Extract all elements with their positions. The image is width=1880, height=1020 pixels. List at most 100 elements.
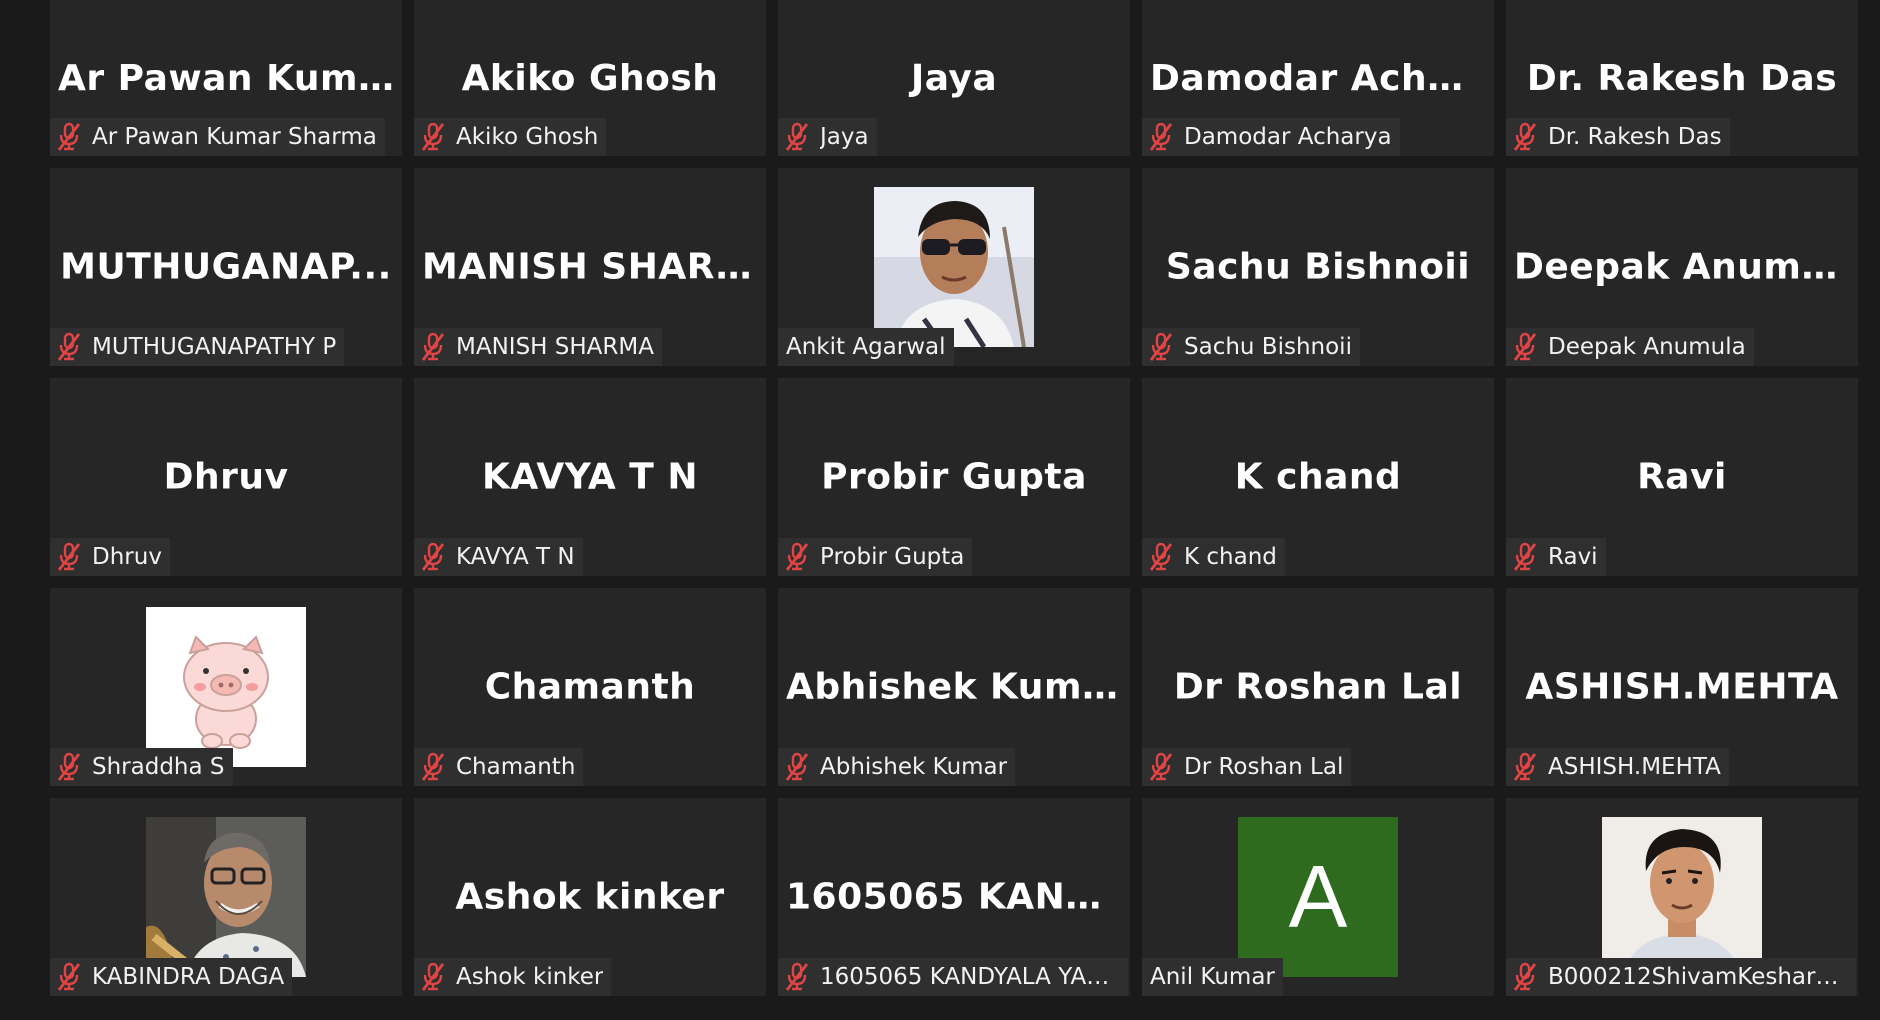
participant-display-name: ASHISH.MEHTA: [1525, 666, 1839, 708]
muted-mic-icon: [421, 752, 445, 781]
participant-tile[interactable]: 1605065 KANDY... 1605065 KANDYALA YASW..…: [778, 798, 1130, 996]
participant-tile[interactable]: Jaya Jaya: [778, 0, 1130, 156]
name-tag: Ravi: [1506, 538, 1606, 576]
participant-tile[interactable]: Dr Roshan Lal Dr Roshan Lal: [1142, 588, 1494, 786]
participant-display-name: Deepak Anumula: [1514, 246, 1850, 288]
name-tag: B000212ShivamKesharwani: [1506, 958, 1856, 996]
participant-tile[interactable]: Dhruv Dhruv: [50, 378, 402, 576]
participant-tile[interactable]: Probir Gupta Probir Gupta: [778, 378, 1130, 576]
participant-tile[interactable]: KABINDRA DAGA: [50, 798, 402, 996]
name-tag: K chand: [1142, 538, 1285, 576]
muted-mic-icon: [1513, 962, 1537, 991]
participant-tile[interactable]: Sachu Bishnoii Sachu Bishnoii: [1142, 168, 1494, 366]
name-tag: 1605065 KANDYALA YASW...: [778, 958, 1128, 996]
name-tag: KABINDRA DAGA: [50, 958, 293, 996]
participant-tile[interactable]: B000212ShivamKesharwani: [1506, 798, 1858, 996]
participant-label: Ar Pawan Kumar Sharma: [92, 124, 377, 150]
participant-label: 1605065 KANDYALA YASW...: [820, 964, 1120, 990]
participant-label: Damodar Acharya: [1184, 124, 1392, 150]
participant-label: Jaya: [820, 124, 869, 150]
participant-display-name: Ravi: [1637, 456, 1727, 498]
avatar: [874, 187, 1034, 349]
participant-tile[interactable]: Damodar Acharya Damodar Acharya: [1142, 0, 1494, 156]
muted-mic-icon: [785, 122, 809, 151]
muted-mic-icon: [785, 542, 809, 571]
muted-mic-icon: [1513, 122, 1537, 151]
participant-label: B000212ShivamKesharwani: [1548, 964, 1848, 990]
avatar: [146, 607, 306, 767]
participant-tile[interactable]: Abhishek Kumar Abhishek Kumar: [778, 588, 1130, 786]
name-tag: Shraddha S: [50, 748, 233, 786]
participant-label: KABINDRA DAGA: [92, 964, 285, 990]
participant-display-name: KAVYA T N: [482, 456, 698, 498]
participant-tile[interactable]: KAVYA T N KAVYA T N: [414, 378, 766, 576]
name-tag: Anil Kumar: [1142, 958, 1283, 996]
participant-display-name: K chand: [1234, 456, 1402, 498]
participant-tile[interactable]: Shraddha S: [50, 588, 402, 786]
name-tag: Ar Pawan Kumar Sharma: [50, 118, 385, 156]
participant-label: MUTHUGANAPATHY P: [92, 334, 337, 360]
participant-label: Probir Gupta: [820, 544, 965, 570]
participant-label: Dr Roshan Lal: [1184, 754, 1344, 780]
name-tag: Jaya: [778, 118, 877, 156]
muted-mic-icon: [57, 752, 81, 781]
avatar: [146, 817, 306, 977]
name-tag: Probir Gupta: [778, 538, 973, 576]
name-tag: Akiko Ghosh: [414, 118, 607, 156]
participant-gallery: Ar Pawan Kuma... Ar Pawan Kumar Sharma Ak…: [50, 0, 1858, 1000]
avatar-letter: A: [1238, 817, 1398, 977]
participant-tile[interactable]: Chamanth Chamanth: [414, 588, 766, 786]
muted-mic-icon: [1513, 332, 1537, 361]
participant-display-name: Dhruv: [163, 456, 289, 498]
muted-mic-icon: [1513, 542, 1537, 571]
name-tag: Sachu Bishnoii: [1142, 328, 1360, 366]
participant-label: KAVYA T N: [456, 544, 575, 570]
participant-tile[interactable]: Ashok kinker Ashok kinker: [414, 798, 766, 996]
participant-label: Shraddha S: [92, 754, 225, 780]
participant-label: Deepak Anumula: [1548, 334, 1746, 360]
participant-label: Dhruv: [92, 544, 162, 570]
participant-display-name: Sachu Bishnoii: [1165, 246, 1471, 288]
muted-mic-icon: [421, 332, 445, 361]
participant-display-name: Abhishek Kumar: [786, 666, 1122, 708]
participant-display-name: Akiko Ghosh: [461, 58, 719, 99]
participant-label: Ashok kinker: [456, 964, 604, 990]
participant-tile[interactable]: Deepak Anumula Deepak Anumula: [1506, 168, 1858, 366]
muted-mic-icon: [1149, 752, 1173, 781]
participant-tile[interactable]: MUTHUGANAP... MUTHUGANAPATHY P: [50, 168, 402, 366]
participant-tile[interactable]: Ankit Agarwal: [778, 168, 1130, 366]
participant-tile[interactable]: MANISH SHAR... MANISH SHARMA: [414, 168, 766, 366]
muted-mic-icon: [1149, 332, 1173, 361]
name-tag: Chamanth: [414, 748, 584, 786]
participant-display-name: Dr. Rakesh Das: [1526, 58, 1838, 99]
participant-label: Ankit Agarwal: [786, 334, 946, 360]
participant-tile[interactable]: Akiko Ghosh Akiko Ghosh: [414, 0, 766, 156]
participant-label: Chamanth: [456, 754, 576, 780]
participant-tile[interactable]: Dr. Rakesh Das Dr. Rakesh Das: [1506, 0, 1858, 156]
participant-tile[interactable]: ASHISH.MEHTA ASHISH.MEHTA: [1506, 588, 1858, 786]
muted-mic-icon: [1513, 752, 1537, 781]
participant-display-name: MANISH SHAR...: [422, 246, 758, 288]
participant-display-name: Dr Roshan Lal: [1173, 666, 1463, 708]
name-tag: Dr Roshan Lal: [1142, 748, 1352, 786]
participant-display-name: MUTHUGANAP...: [60, 246, 392, 288]
muted-mic-icon: [57, 962, 81, 991]
participant-label: Dr. Rakesh Das: [1548, 124, 1722, 150]
participant-tile[interactable]: Ravi Ravi: [1506, 378, 1858, 576]
participant-tile[interactable]: Ar Pawan Kuma... Ar Pawan Kumar Sharma: [50, 0, 402, 156]
participant-display-name: Jaya: [910, 58, 998, 99]
name-tag: KAVYA T N: [414, 538, 583, 576]
participant-tile[interactable]: A Anil Kumar: [1142, 798, 1494, 996]
muted-mic-icon: [421, 122, 445, 151]
name-tag: Ashok kinker: [414, 958, 612, 996]
participant-display-name: Ashok kinker: [455, 876, 725, 918]
participant-label: Abhishek Kumar: [820, 754, 1008, 780]
participant-label: Anil Kumar: [1150, 964, 1275, 990]
participant-tile[interactable]: K chand K chand: [1142, 378, 1494, 576]
name-tag: MANISH SHARMA: [414, 328, 662, 366]
muted-mic-icon: [57, 332, 81, 361]
muted-mic-icon: [1149, 542, 1173, 571]
muted-mic-icon: [1149, 122, 1173, 151]
participant-display-name: Chamanth: [484, 666, 696, 708]
participant-display-name: 1605065 KANDY...: [786, 876, 1122, 918]
